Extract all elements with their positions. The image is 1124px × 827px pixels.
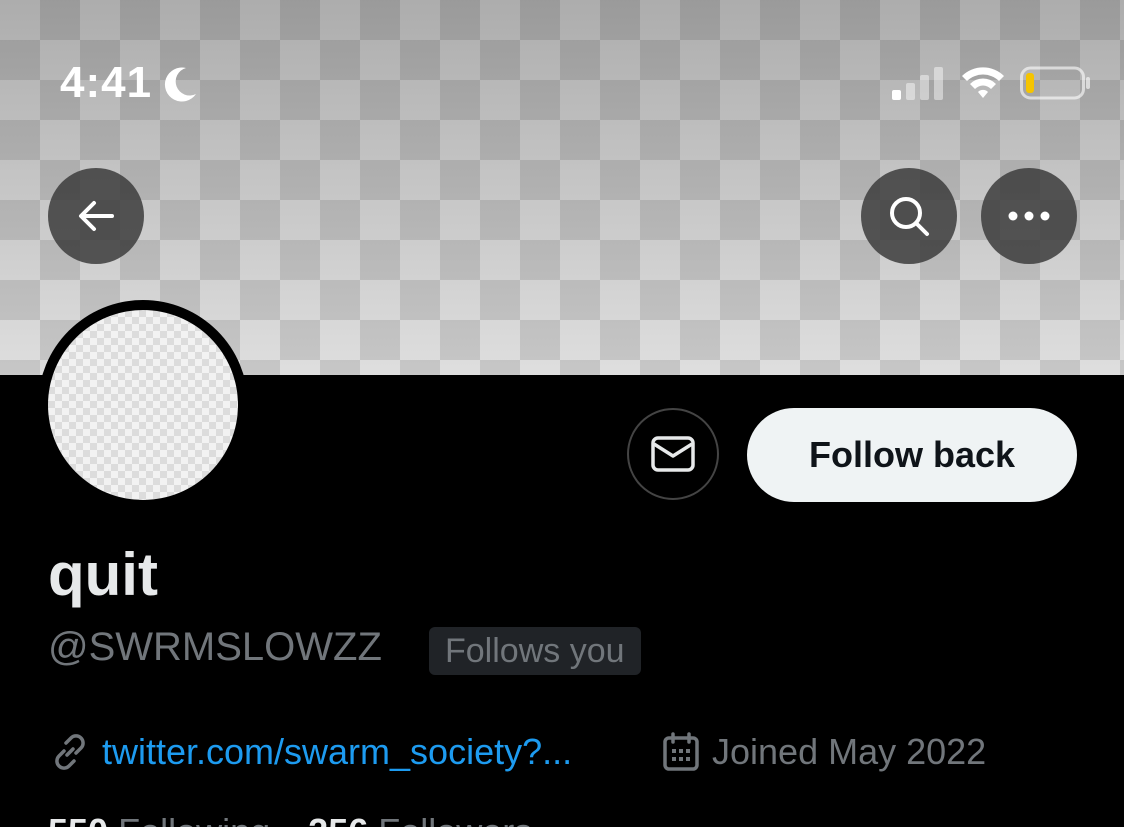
envelope-icon [651,436,695,472]
more-options-button[interactable] [981,168,1077,264]
follow-back-button[interactable]: Follow back [747,408,1077,502]
status-time: 4:41 [60,58,153,107]
cellular-signal-icon [892,67,943,100]
following-count[interactable]: 550 [48,811,108,827]
joined-date-row: Joined May 2022 [662,726,986,778]
followers-label[interactable]: Followers [378,811,532,827]
joined-date: Joined May 2022 [712,731,987,772]
profile-screen: 4:41 Follow back quit @SWRMSLOWZZ Follow… [0,0,1124,827]
message-button[interactable] [627,408,719,500]
profile-link-row[interactable]: twitter.com/swarm_society?... [48,726,572,778]
display-name: quit [48,541,158,608]
calendar-icon [663,732,699,771]
back-button[interactable] [48,168,144,264]
moon-icon [164,67,196,102]
arrow-left-icon [79,201,114,231]
follows-you-badge: Follows you [429,627,641,675]
search-icon [890,197,929,236]
user-handle: @SWRMSLOWZZ [48,625,382,669]
avatar[interactable] [48,310,238,500]
more-horizontal-icon [1008,211,1050,221]
wifi-icon [962,67,1004,98]
followers-count[interactable]: 256 [308,811,368,827]
follow-stats: 550 Following 256 Followers [48,812,560,827]
battery-icon [1020,66,1090,100]
link-icon [55,734,85,770]
profile-link[interactable]: twitter.com/swarm_society?... [102,726,572,778]
following-label[interactable]: Following [118,811,270,827]
search-button[interactable] [861,168,957,264]
